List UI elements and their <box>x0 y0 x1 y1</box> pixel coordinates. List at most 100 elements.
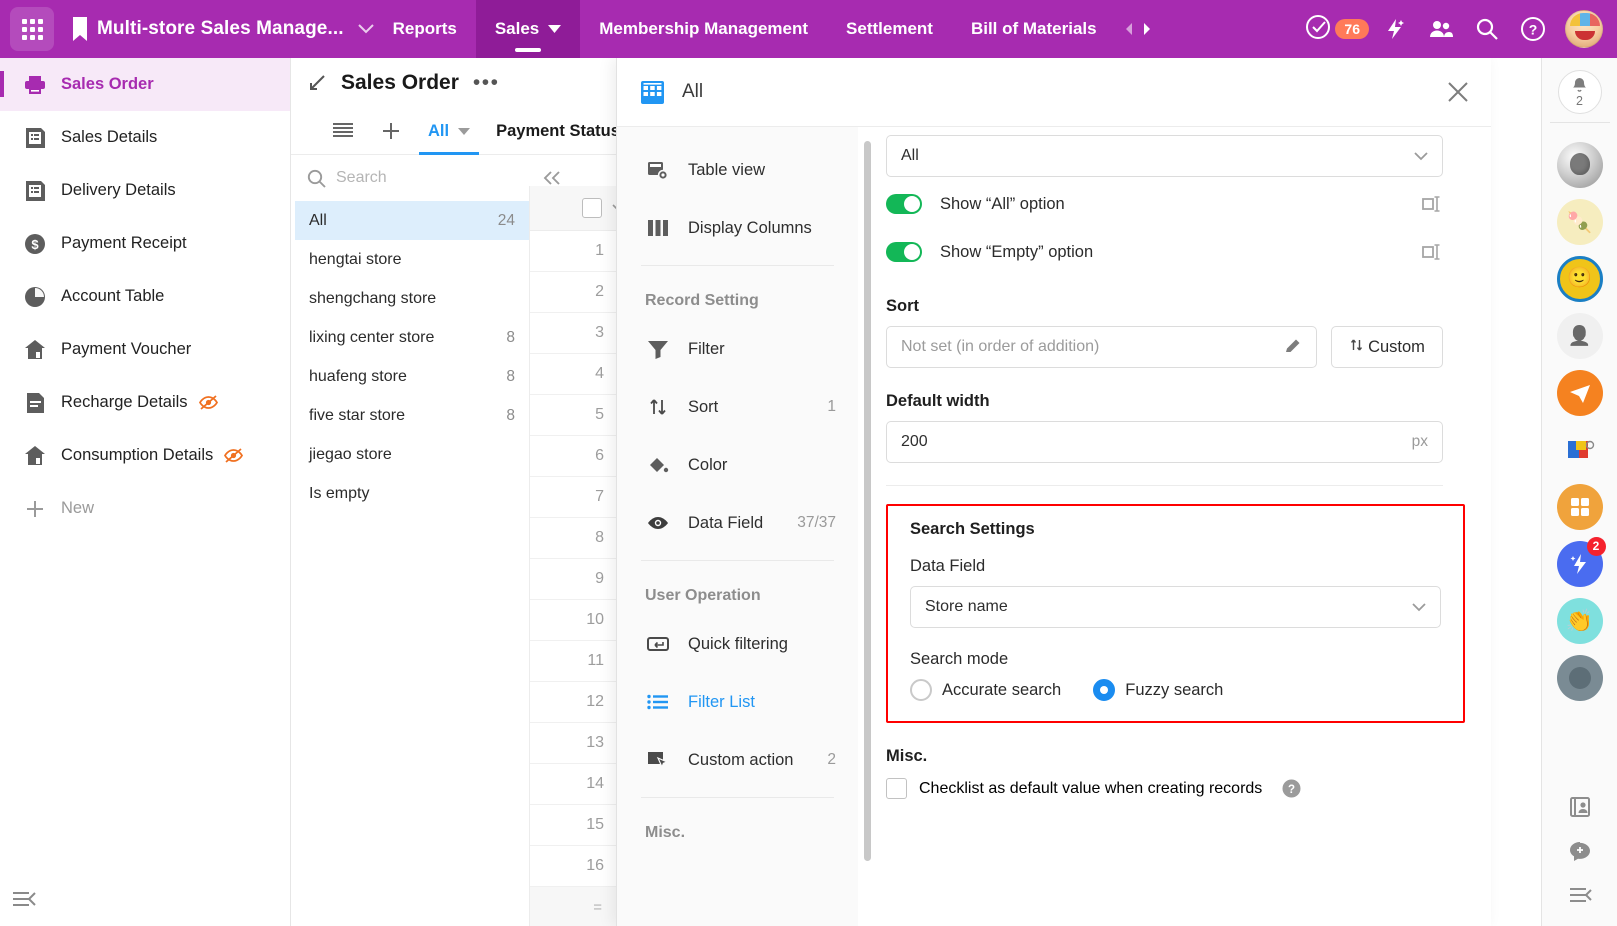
filter-row-jiegao-store[interactable]: jiegao store <box>295 435 529 474</box>
double-chevron-left-icon[interactable] <box>543 171 561 185</box>
list-menu-icon[interactable] <box>319 108 367 154</box>
svg-text:$: $ <box>31 237 39 252</box>
help-icon[interactable]: ? <box>1513 9 1553 49</box>
sidebar-item-account-table[interactable]: Account Table <box>0 270 290 323</box>
vault-boy-avatar[interactable] <box>1556 256 1603 302</box>
food-avatar[interactable] <box>1556 199 1603 245</box>
panel-menu-table-view[interactable]: Table view <box>617 141 858 199</box>
contact-card-icon[interactable] <box>1563 792 1597 822</box>
lego-avatar[interactable] <box>1557 427 1603 473</box>
checklist-default-checkbox[interactable] <box>886 778 907 799</box>
top-select-field[interactable]: All <box>886 135 1443 177</box>
tab-payment-status[interactable]: Payment Status <box>483 108 633 154</box>
spark-app-avatar[interactable]: 2 <box>1556 537 1606 587</box>
help-circle-icon[interactable]: ? <box>1282 779 1301 798</box>
ellipsis-icon[interactable]: ••• <box>473 72 500 93</box>
search-data-field-label: Data Field <box>910 557 986 575</box>
filter-row-label: jiegao store <box>309 445 392 463</box>
sidebar-item-payment-voucher[interactable]: Payment Voucher <box>0 323 290 376</box>
sidebar-item-recharge-details[interactable]: Recharge Details <box>0 376 290 429</box>
search-data-field-select[interactable]: Store name <box>910 586 1441 628</box>
filter-row-lixing-center-store[interactable]: lixing center store 8 <box>295 318 529 357</box>
search-icon[interactable] <box>1467 9 1507 49</box>
panel-menu-display-columns[interactable]: Display Columns <box>617 199 858 257</box>
filter-row-shengchang-store[interactable]: shengchang store <box>295 279 529 318</box>
person-avatar[interactable] <box>1556 313 1603 359</box>
panel-menu-filter-list[interactable]: Filter List <box>617 673 858 731</box>
nav-next-arrow-icon[interactable] <box>1140 20 1154 38</box>
app-grid-launcher-button[interactable] <box>10 7 54 51</box>
search-data-field-value: Store name <box>925 598 1008 615</box>
nav-item-settlement[interactable]: Settlement <box>827 0 952 58</box>
fuzzy-search-radio[interactable] <box>1093 679 1116 701</box>
pencil-icon[interactable] <box>1284 338 1302 356</box>
panel-menu-sort[interactable]: Sort 1 <box>617 378 858 436</box>
panel-menu-label: Color <box>688 455 728 474</box>
panel-menu-filter[interactable]: Filter <box>617 320 858 378</box>
sidebar-item-sales-order[interactable]: Sales Order <box>0 58 290 111</box>
panel-menu-color[interactable]: Color <box>617 436 858 494</box>
tab-all[interactable]: All <box>415 108 483 155</box>
panel-content-scrollbar[interactable] <box>864 141 871 861</box>
notifications-bell-button[interactable]: 2 <box>1557 70 1602 114</box>
filter-row-huafeng-store[interactable]: huafeng store 8 <box>295 357 529 396</box>
sidebar-item-delivery-details[interactable]: Delivery Details <box>0 164 290 217</box>
sort-custom-button[interactable]: Custom <box>1331 326 1443 368</box>
sidebar-item-consumption-details[interactable]: Consumption Details <box>0 429 290 482</box>
copy-field-icon[interactable] <box>1421 243 1443 261</box>
columns-icon <box>645 219 671 237</box>
nav-item-membership-management[interactable]: Membership Management <box>580 0 827 58</box>
list-doc-icon <box>22 127 48 149</box>
sort-arrows-icon <box>645 397 671 417</box>
sort-input[interactable]: Not set (in order of addition) <box>886 326 1317 368</box>
panel-menu-custom-action[interactable]: Custom action 2 <box>617 731 858 789</box>
sidebar-new-button[interactable]: New <box>0 482 290 535</box>
filter-row-all[interactable]: All 24 <box>295 201 529 240</box>
dark-person-avatar[interactable] <box>1556 655 1603 701</box>
people-icon[interactable] <box>1421 9 1461 49</box>
row-number: 13 <box>586 734 604 751</box>
nav-item-sales[interactable]: Sales <box>475 0 581 58</box>
row-number: 1 <box>595 242 604 259</box>
filter-row-is-empty[interactable]: Is empty <box>295 474 529 513</box>
lightning-icon[interactable] <box>1375 9 1415 49</box>
copy-field-icon[interactable] <box>1421 195 1443 213</box>
collapse-rail-icon[interactable] <box>1563 880 1597 910</box>
chevron-down-icon <box>1412 602 1426 612</box>
grid-app-avatar[interactable] <box>1556 484 1603 530</box>
select-all-checkbox[interactable] <box>582 198 602 218</box>
filter-row-five-star-store[interactable]: five star store 8 <box>295 396 529 435</box>
nav-prev-arrow-icon[interactable] <box>1122 20 1136 38</box>
dollar-circle-icon: $ <box>22 233 48 255</box>
show-all-option-toggle[interactable] <box>886 194 922 214</box>
svg-text:?: ? <box>1529 22 1538 38</box>
accurate-search-radio[interactable] <box>910 679 932 701</box>
sidebar-item-sales-details[interactable]: Sales Details <box>0 111 290 164</box>
apple-avatar[interactable] <box>1556 142 1603 188</box>
collapse-left-icon[interactable] <box>12 890 36 908</box>
default-width-input[interactable]: 200 px <box>886 421 1443 463</box>
page-title: Sales Order <box>341 71 459 94</box>
panel-menu-quick-filtering[interactable]: Quick filtering <box>617 615 858 673</box>
tasks-button[interactable]: 76 <box>1305 14 1369 45</box>
filter-row-hengtai-store[interactable]: hengtai store <box>295 240 529 279</box>
hands-avatar[interactable]: 👏 <box>1556 598 1603 644</box>
user-avatar[interactable] <box>1565 10 1603 48</box>
expand-arrow-icon[interactable] <box>307 73 327 93</box>
nav-label: Settlement <box>846 19 933 38</box>
app-title[interactable]: Multi-store Sales Manage... <box>97 18 344 40</box>
panel-menu-data-field[interactable]: Data Field 37/37 <box>617 494 858 552</box>
filter-search-input[interactable] <box>336 169 543 187</box>
add-view-plus-icon[interactable] <box>367 108 415 154</box>
rail-divider <box>1549 122 1610 123</box>
sidebar-item-payment-receipt[interactable]: $ Payment Receipt <box>0 217 290 270</box>
blue-grid-icon <box>641 80 664 104</box>
nav-item-reports[interactable]: Reports <box>374 0 476 58</box>
close-icon[interactable] <box>1447 81 1469 103</box>
show-empty-option-toggle[interactable] <box>886 242 922 262</box>
nav-item-bill-of-materials[interactable]: Bill of Materials <box>952 0 1116 58</box>
svg-text:?: ? <box>1288 784 1295 796</box>
app-title-chevron-down-icon[interactable] <box>357 24 374 34</box>
new-chat-icon[interactable] <box>1563 836 1597 866</box>
telegram-avatar[interactable] <box>1556 370 1603 416</box>
